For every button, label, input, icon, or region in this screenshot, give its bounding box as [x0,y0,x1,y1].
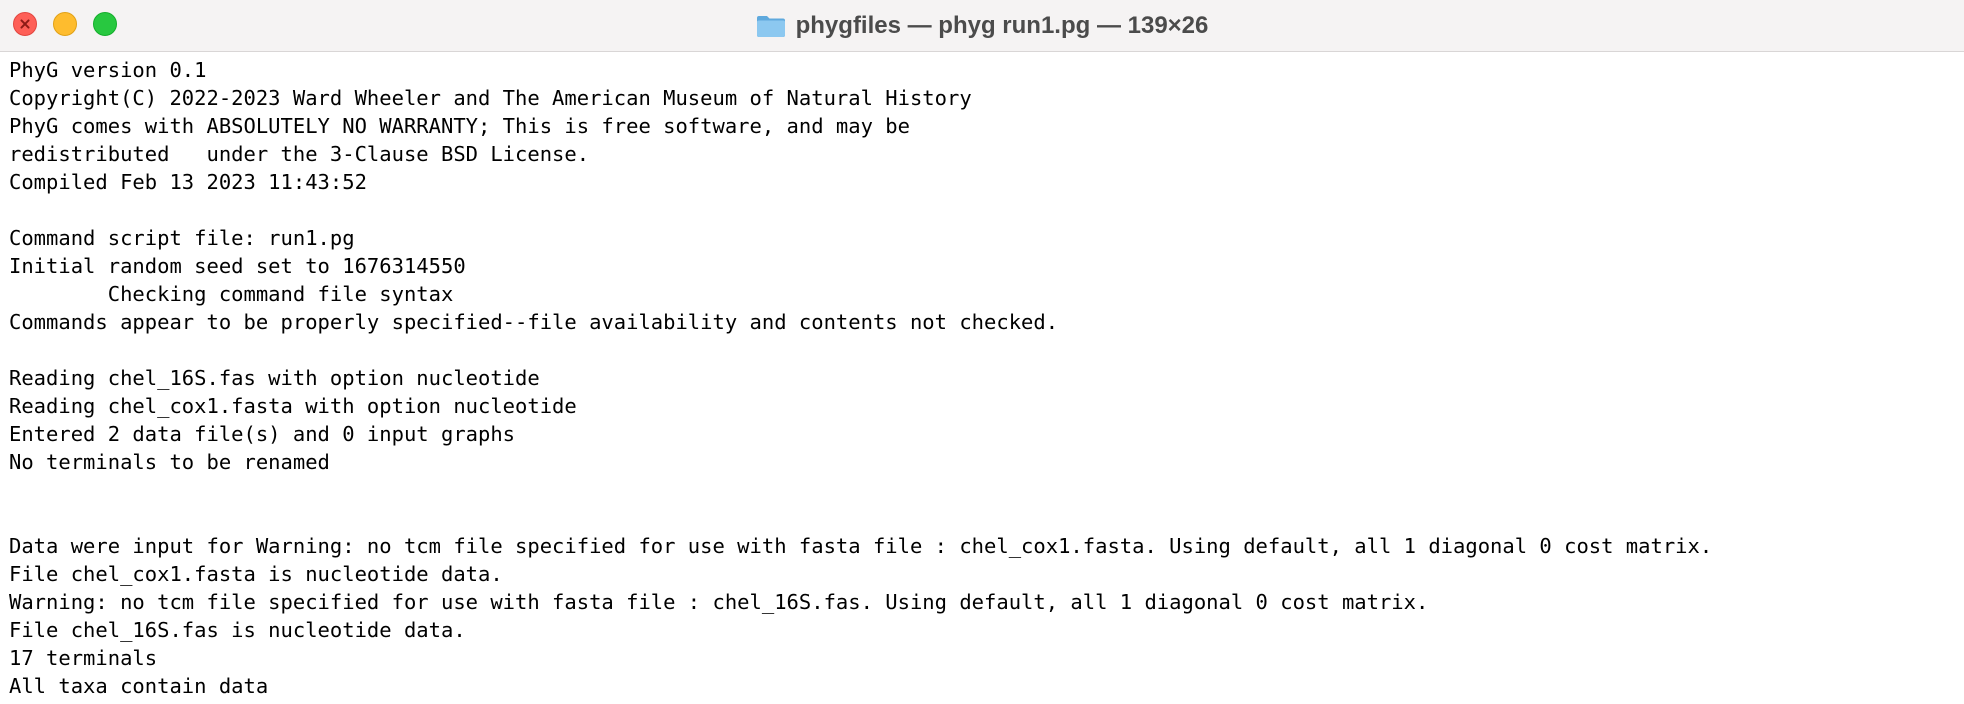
terminal-line: redistributed under the 3-Clause BSD Lic… [9,142,590,166]
terminal-line: PhyG version 0.1 [9,58,207,82]
window-title: phygfiles — phyg run1.pg — 139×26 [795,12,1209,39]
terminal-line: File chel_16S.fas is nucleotide data. [9,618,466,642]
terminal-line: Data were input for Warning: no tcm file… [9,534,1713,558]
terminal-output[interactable]: PhyG version 0.1 Copyright(C) 2022-2023 … [9,56,1959,700]
terminal-line: All taxa contain data [9,674,269,698]
title-bar[interactable]: phygfiles — phyg run1.pg — 139×26 [0,0,1964,52]
terminal-line: No terminals to be renamed [9,450,330,474]
terminal-line: 17 terminals [9,646,158,670]
terminal-line: Reading chel_cox1.fasta with option nucl… [9,394,577,418]
window-title-group: phygfiles — phyg run1.pg — 139×26 [0,0,1964,52]
terminal-line: Compiled Feb 13 2023 11:43:52 [9,170,367,194]
terminal-window: phygfiles — phyg run1.pg — 139×26 PhyG v… [0,0,1964,704]
terminal-line: Copyright(C) 2022-2023 Ward Wheeler and … [9,86,972,110]
terminal-line: Reading chel_16S.fas with option nucleot… [9,366,540,390]
terminal-line: Initial random seed set to 1676314550 [9,254,466,278]
terminal-line: Commands appear to be properly specified… [9,310,1059,334]
terminal-line: Checking command file syntax [9,282,454,306]
terminal-line: Warning: no tcm file specified for use w… [9,590,1429,614]
terminal-line: Entered 2 data file(s) and 0 input graph… [9,422,516,446]
terminal-line: File chel_cox1.fasta is nucleotide data. [9,562,503,586]
folder-icon [756,16,785,37]
terminal-line: Command script file: run1.pg [9,226,355,250]
terminal-line: PhyG comes with ABSOLUTELY NO WARRANTY; … [9,114,910,138]
